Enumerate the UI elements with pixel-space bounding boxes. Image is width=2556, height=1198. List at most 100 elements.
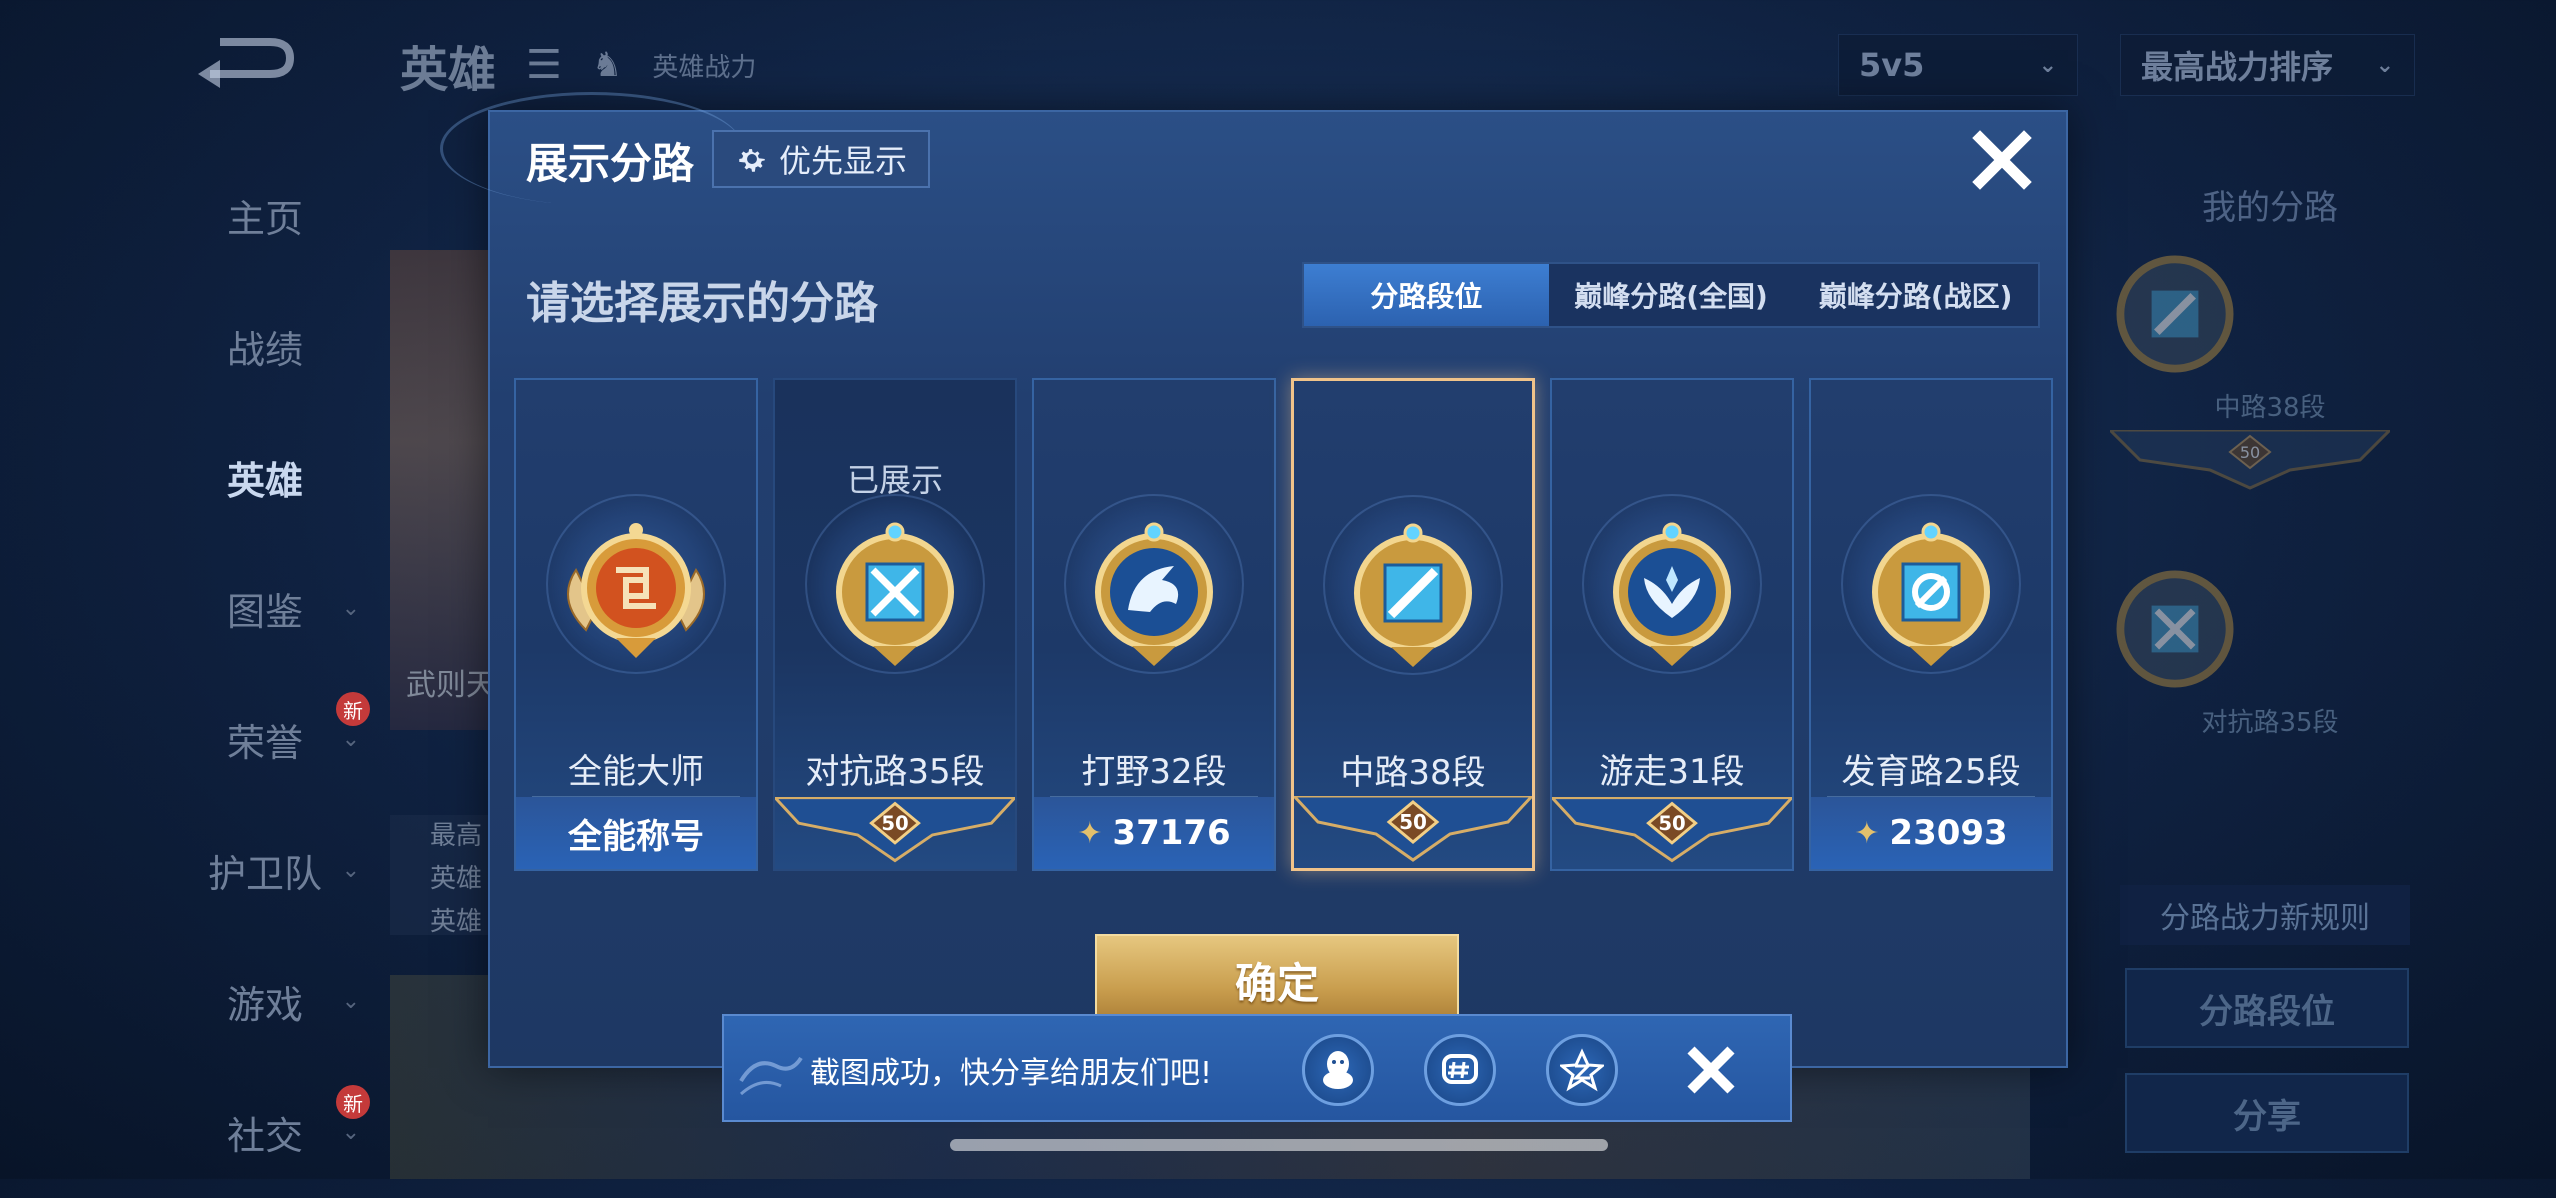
moments-share-button[interactable]	[1424, 1034, 1496, 1106]
lane-card-footer: 全能称号	[516, 797, 756, 869]
lane-card-name: 全能大师	[568, 752, 704, 792]
rank-badge-value: 50	[1658, 812, 1685, 835]
lane-label: 中路38段	[2214, 393, 2326, 423]
lane-card-farm[interactable]: 发育路25段 ✦ 23093	[1809, 378, 2053, 871]
nav-label: 护卫队	[207, 852, 322, 896]
nav-label: 游戏	[226, 983, 303, 1027]
qzone-icon	[1560, 1048, 1604, 1092]
combat-power-value: 37176	[1112, 813, 1231, 853]
nav-item-codex[interactable]: 图鉴 ⌄	[150, 543, 380, 674]
mid-lane-icon	[2116, 255, 2234, 373]
nav-item-games[interactable]: 游戏 ⌄	[150, 936, 380, 1067]
tab-peak-national[interactable]: 巅峰分路(全国)	[1549, 264, 1794, 326]
mode-dropdown[interactable]: 5v5 ⌄	[1838, 34, 2078, 96]
hero-card-name: 武则天	[406, 668, 496, 703]
lane-card-footer: ✦ 23093	[1811, 797, 2051, 869]
nav-label: 英雄	[226, 459, 303, 503]
lane-card-name: 游走31段	[1599, 752, 1745, 792]
my-lanes-panel: 我的分路 中路38段 50 对抗路35段	[2106, 150, 2430, 739]
screenshot-toast: 截图成功，快分享给朋友们吧!	[722, 1014, 1792, 1122]
wechat-moments-icon	[1442, 1054, 1478, 1084]
close-icon[interactable]	[1970, 128, 2034, 192]
lane-rank-button[interactable]: 分路段位	[2125, 968, 2409, 1048]
qq-share-button[interactable]	[1302, 1034, 1374, 1106]
tab-lane-rank[interactable]: 分路段位	[1304, 264, 1549, 326]
toast-message: 截图成功，快分享给朋友们吧!	[810, 1056, 1213, 1091]
sort-dropdown-value: 最高战力排序	[2141, 48, 2334, 86]
lane-card-footer: 50	[775, 797, 1015, 869]
lane-card-footer: ✦ 37176	[1034, 797, 1274, 869]
priority-display-label: 优先显示	[778, 142, 907, 180]
close-icon[interactable]	[1679, 1038, 1743, 1102]
confirm-button[interactable]: 确定	[1095, 934, 1459, 1026]
sort-dropdown[interactable]: 最高战力排序 ⌄	[2120, 34, 2415, 96]
rank-badge-value: 50	[881, 812, 908, 835]
lane-cards: 全能大师 全能称号 已展示 对抗路35段 50 打野32段 ✦ 37176 中路…	[514, 378, 2053, 871]
lane-label: 对抗路35段	[2201, 708, 2339, 738]
qq-icon	[1323, 1051, 1353, 1089]
wave-decoration-icon	[739, 1056, 803, 1096]
nav-item-heroes[interactable]: 英雄	[150, 412, 380, 543]
back-arrow-icon[interactable]	[190, 30, 300, 90]
combat-power-icon: ✦	[1854, 815, 1880, 851]
mid-lane-icon	[1354, 523, 1472, 667]
lane-card-all-round[interactable]: 全能大师 全能称号	[514, 378, 758, 871]
rank-badge-value: 50	[1399, 810, 1427, 834]
chevron-down-icon: ⌄	[341, 1120, 360, 1145]
nav-item-home[interactable]: 主页	[150, 150, 380, 281]
modal-title: 展示分路	[526, 139, 695, 188]
page-header: 英雄 ☰ ♞ 英雄战力	[400, 30, 756, 100]
tab-peak-region[interactable]: 巅峰分路(战区)	[1793, 264, 2038, 326]
jungle-dragon-icon	[1095, 522, 1213, 666]
combat-power-icon: ✦	[1077, 815, 1103, 851]
chevron-down-icon: ⌄	[2038, 52, 2057, 78]
nav-label: 主页	[226, 197, 303, 241]
clash-lane-icon	[836, 522, 954, 666]
lane-card-roam[interactable]: 游走31段 50	[1550, 378, 1794, 871]
nav-label: 战绩	[226, 328, 303, 372]
lane-card-mid[interactable]: 中路38段 50	[1291, 378, 1535, 871]
chevron-down-icon: ⌄	[341, 989, 360, 1014]
home-indicator[interactable]	[950, 1139, 1608, 1151]
title-label: 全能称号	[568, 816, 704, 857]
roam-wings-icon	[1613, 522, 1731, 666]
rank-badge: 50	[1294, 796, 1532, 862]
gear-icon	[739, 149, 765, 172]
combat-power-value: 23093	[1889, 813, 2008, 853]
mode-dropdown-value: 5v5	[1859, 46, 1925, 84]
chevron-down-icon: ⌄	[2375, 52, 2394, 78]
nav-label: 图鉴	[226, 590, 303, 634]
rank-ribbon: 50	[2106, 428, 2394, 490]
lane-card-name: 发育路25段	[1841, 752, 2021, 792]
chevron-down-icon: ⌄	[341, 596, 360, 621]
lane-card-jungle[interactable]: 打野32段 ✦ 37176	[1032, 378, 1276, 871]
nav-label: 荣誉	[226, 721, 303, 765]
lane-rule-link[interactable]: 分路战力新规则	[2120, 885, 2410, 945]
list-icon[interactable]: ☰	[526, 42, 562, 88]
side-nav: 主页 战绩 英雄 图鉴 ⌄ 荣誉新 ⌄ 护卫队 ⌄ 游戏 ⌄ 社交新 ⌄	[150, 150, 380, 1198]
qzone-share-button[interactable]	[1546, 1034, 1618, 1106]
share-button[interactable]: 分享	[2125, 1073, 2409, 1153]
chevron-down-icon: ⌄	[341, 858, 360, 883]
lane-display-modal: 展示分路 优先显示 请选择展示的分路 分路段位 巅峰分路(全国) 巅峰分路(战区…	[440, 92, 2068, 1068]
nav-item-records[interactable]: 战绩	[150, 281, 380, 412]
nav-item-social[interactable]: 社交新 ⌄	[150, 1067, 380, 1198]
hero-power-icon: ♞	[591, 45, 623, 85]
hero-power-label[interactable]: 英雄战力	[652, 47, 756, 84]
nav-label: 社交	[226, 1114, 303, 1158]
lane-card-footer: 50	[1294, 796, 1532, 868]
new-badge: 新	[336, 692, 370, 726]
nav-item-guard[interactable]: 护卫队 ⌄	[150, 805, 380, 936]
nav-item-honor[interactable]: 荣誉新 ⌄	[150, 674, 380, 805]
rank-badge: 50	[1552, 797, 1792, 863]
lane-card-name: 对抗路35段	[805, 752, 985, 792]
modal-subtitle: 请选择展示的分路	[526, 278, 878, 329]
my-lanes-title: 我的分路	[2202, 188, 2338, 228]
lane-card-name: 打野32段	[1081, 752, 1227, 792]
page-title: 英雄	[400, 42, 497, 98]
priority-display-button[interactable]: 优先显示	[712, 130, 930, 188]
lane-tabs: 分路段位 巅峰分路(全国) 巅峰分路(战区)	[1302, 262, 2040, 328]
rank-ribbon-value: 50	[2240, 443, 2260, 462]
new-badge: 新	[336, 1085, 370, 1119]
lane-card-clash[interactable]: 已展示 对抗路35段 50	[773, 378, 1017, 871]
